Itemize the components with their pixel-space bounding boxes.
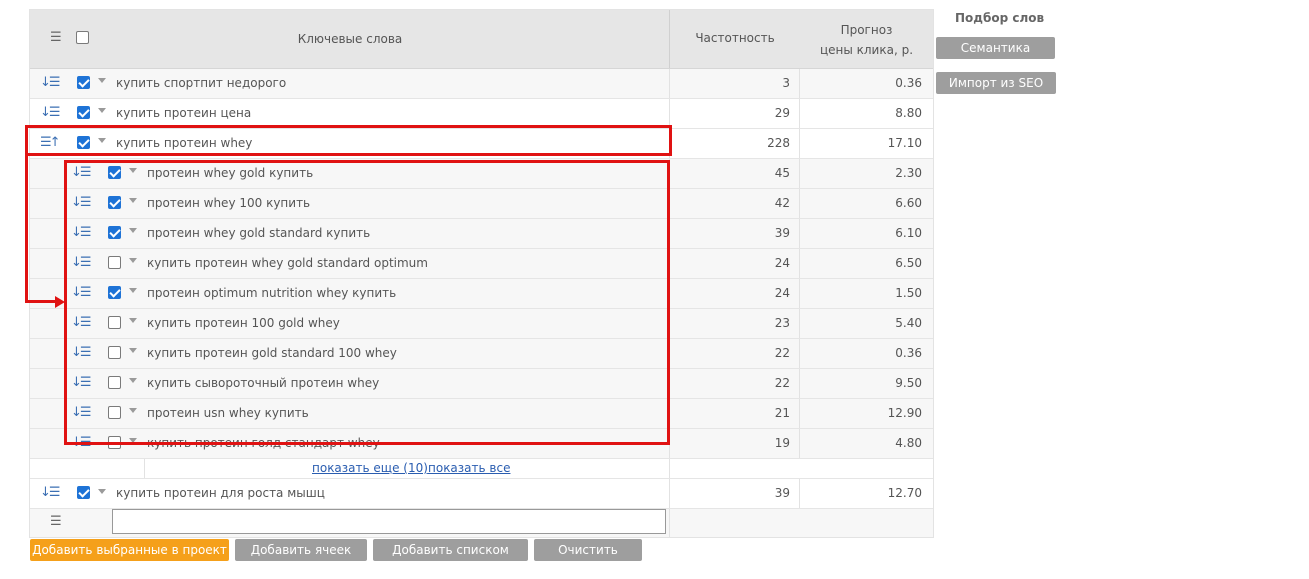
- table-row[interactable]: ↓☰ купить спортпит недорого 3 0.36: [30, 69, 933, 99]
- price-value: 12.90: [887, 406, 922, 420]
- price-value: 0.36: [895, 346, 922, 360]
- sort-down-icon[interactable]: ↓☰: [40, 485, 60, 500]
- price-value: 2.30: [895, 166, 922, 180]
- frequency-value: 45: [774, 166, 790, 180]
- frequency-value: 39: [774, 486, 790, 500]
- chevron-down-icon[interactable]: [98, 489, 106, 494]
- frequency-value: 228: [767, 136, 790, 150]
- price-header-line1: Прогноз: [840, 23, 893, 37]
- row-checkbox[interactable]: [77, 106, 90, 119]
- new-keyword-row: ☰: [30, 509, 933, 537]
- price-value: 9.50: [895, 376, 922, 390]
- frequency-value: 29: [774, 106, 790, 120]
- column-divider: [669, 509, 670, 537]
- price-value: 6.10: [895, 226, 922, 240]
- show-more-link[interactable]: показать еще (10): [312, 461, 428, 475]
- price-value: 0.36: [895, 76, 922, 90]
- semantics-button[interactable]: Семантика: [936, 37, 1055, 59]
- chevron-down-icon[interactable]: [98, 78, 106, 83]
- frequency-value: 23: [774, 316, 790, 330]
- price-header-line2: цены клика, р.: [819, 43, 914, 57]
- add-cells-button[interactable]: Добавить ячеек: [235, 539, 367, 561]
- add-list-button[interactable]: Добавить списком: [373, 539, 528, 561]
- frequency-value: 22: [774, 376, 790, 390]
- row-checkbox[interactable]: [77, 76, 90, 89]
- tree-icon: ☰: [50, 514, 62, 529]
- table-header: ☰ Ключевые слова Частотность Прогноз цен…: [30, 10, 933, 69]
- frequency-value: 24: [774, 286, 790, 300]
- new-keyword-input[interactable]: [112, 509, 666, 534]
- column-divider: [669, 459, 670, 478]
- import-seo-button[interactable]: Импорт из SEO: [936, 72, 1056, 94]
- show-more-row: показать еще (10) показать все: [30, 459, 933, 479]
- price-value: 1.50: [895, 286, 922, 300]
- frequency-value: 22: [774, 346, 790, 360]
- column-divider: [144, 459, 145, 478]
- frequency-column-header[interactable]: Частотность: [670, 31, 800, 45]
- price-value: 12.70: [887, 486, 922, 500]
- keyword-selection-title: Подбор слов: [955, 11, 1045, 25]
- keyword-text: купить протеин для роста мышц: [116, 486, 325, 500]
- frequency-value: 39: [774, 226, 790, 240]
- frequency-value: 3: [782, 76, 790, 90]
- sort-down-icon[interactable]: ↓☰: [40, 75, 60, 90]
- price-value: 5.40: [895, 316, 922, 330]
- frequency-value: 21: [774, 406, 790, 420]
- highlight-arrow-icon: [55, 296, 65, 308]
- add-selected-to-project-button[interactable]: Добавить выбранные в проект: [30, 539, 229, 561]
- highlight-children-box: [64, 160, 670, 445]
- chevron-down-icon[interactable]: [98, 108, 106, 113]
- price-value: 6.50: [895, 256, 922, 270]
- keyword-text: купить спортпит недорого: [116, 76, 287, 90]
- highlight-parent-box: [25, 125, 672, 156]
- frequency-value: 24: [774, 256, 790, 270]
- frequency-value: 42: [774, 196, 790, 210]
- price-column-header[interactable]: Прогноз цены клика, р.: [800, 20, 933, 60]
- show-all-link[interactable]: показать все: [428, 461, 510, 475]
- price-value: 17.10: [887, 136, 922, 150]
- highlight-connector-horizontal: [25, 300, 57, 303]
- sort-down-icon[interactable]: ↓☰: [40, 105, 60, 120]
- keywords-column-header[interactable]: Ключевые слова: [30, 32, 670, 46]
- price-value: 6.60: [895, 196, 922, 210]
- price-value: 4.80: [895, 436, 922, 450]
- row-checkbox[interactable]: [77, 486, 90, 499]
- clear-button[interactable]: Очистить: [534, 539, 642, 561]
- keyword-text: купить протеин цена: [116, 106, 252, 120]
- frequency-value: 19: [774, 436, 790, 450]
- table-row[interactable]: ↓☰ купить протеин для роста мышц 39 12.7…: [30, 479, 933, 509]
- price-value: 8.80: [895, 106, 922, 120]
- highlight-connector-vertical: [25, 154, 28, 303]
